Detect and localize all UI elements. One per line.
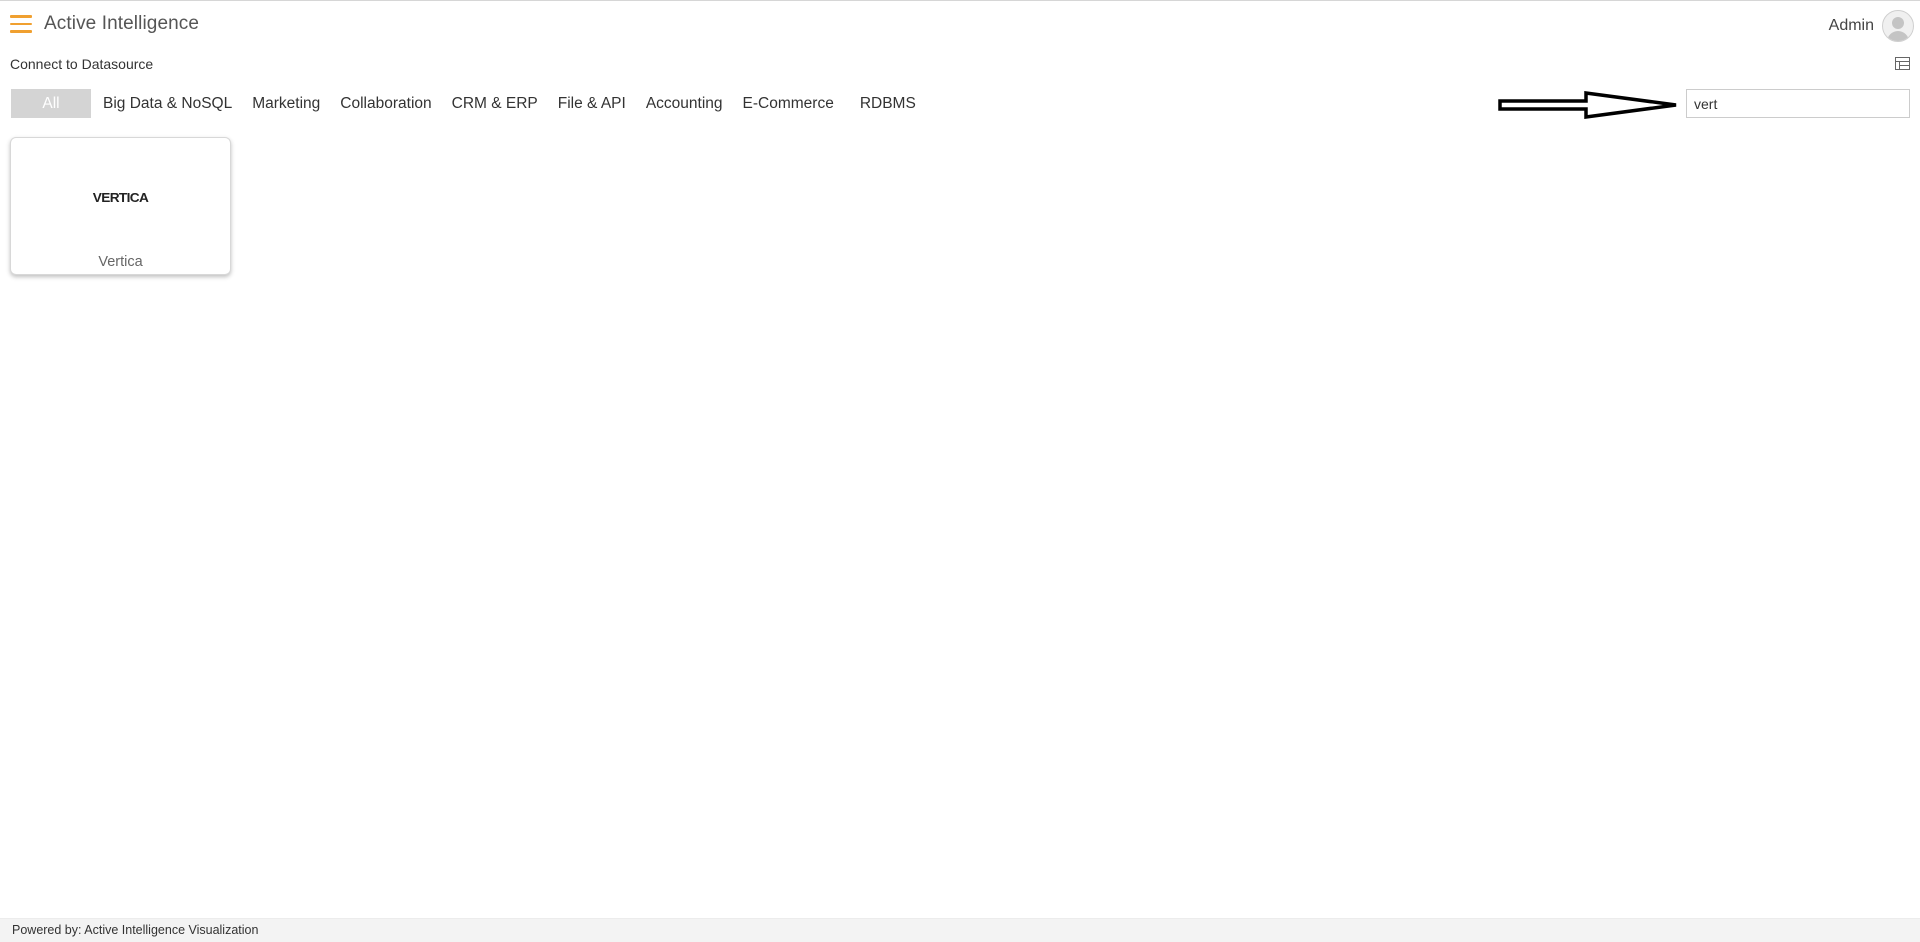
tab-marketing[interactable]: Marketing: [242, 89, 330, 118]
tab-accounting[interactable]: Accounting: [636, 89, 733, 118]
page-title: Connect to Datasource: [10, 56, 154, 72]
tab-rdbms[interactable]: RDBMS: [850, 89, 926, 118]
app-title: Active Intelligence: [44, 13, 200, 34]
footer: Powered by: Active Intelligence Visualiz…: [0, 918, 1920, 942]
search-input[interactable]: [1686, 89, 1910, 118]
table-grid-icon[interactable]: [1895, 57, 1910, 70]
datasource-card-vertica[interactable]: VERTICA Vertica: [10, 137, 231, 275]
category-tabs: All Big Data & NoSQL Marketing Collabora…: [11, 89, 926, 118]
datasource-card-label: Vertica: [98, 254, 143, 270]
footer-text: Powered by: Active Intelligence Visualiz…: [12, 923, 259, 937]
tab-file-api[interactable]: File & API: [548, 89, 636, 118]
vertica-logo: VERTICA: [92, 190, 149, 205]
user-menu[interactable]: Admin: [1829, 10, 1914, 42]
app-header: Active Intelligence Admin: [0, 1, 1920, 51]
page: Active Intelligence Admin Connect to Dat…: [0, 0, 1920, 942]
tab-e-commerce[interactable]: E-Commerce: [733, 89, 844, 118]
tab-collaboration[interactable]: Collaboration: [330, 89, 441, 118]
tab-crm-erp[interactable]: CRM & ERP: [442, 89, 548, 118]
user-avatar-icon[interactable]: [1882, 10, 1914, 42]
hamburger-menu-icon[interactable]: [10, 15, 32, 33]
tab-all[interactable]: All: [11, 89, 91, 118]
user-name[interactable]: Admin: [1829, 17, 1874, 35]
tab-big-data-nosql[interactable]: Big Data & NoSQL: [93, 89, 242, 118]
right-arrow-icon: [1498, 91, 1677, 119]
